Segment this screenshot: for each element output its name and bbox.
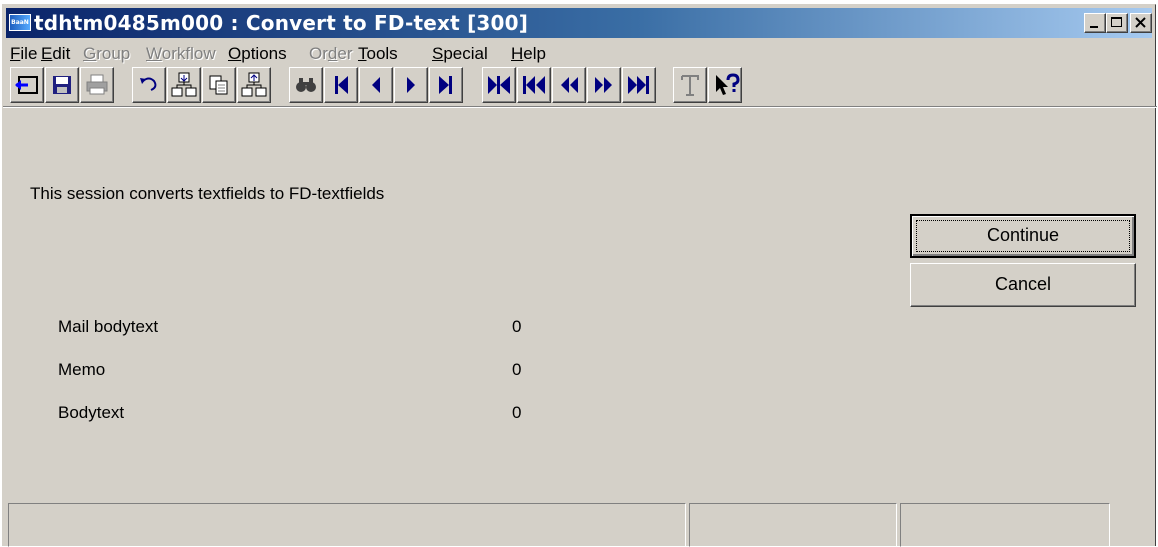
undo-button[interactable] bbox=[132, 67, 166, 103]
window-title: tdhtm0485m000 : Convert to FD-text [300] bbox=[34, 11, 529, 35]
minimize-button[interactable] bbox=[1084, 13, 1106, 33]
status-bar bbox=[3, 493, 1157, 547]
first-record-icon bbox=[335, 76, 348, 94]
copy-button[interactable] bbox=[202, 67, 236, 103]
continue-button[interactable]: Continue bbox=[910, 214, 1136, 258]
menu-tools[interactable]: Tools bbox=[358, 44, 398, 64]
save-icon bbox=[53, 76, 71, 94]
maximize-icon bbox=[1111, 17, 1122, 27]
menu-group[interactable]: Group bbox=[83, 44, 130, 64]
menu-workflow[interactable]: Workflow bbox=[146, 44, 216, 64]
find-icon bbox=[296, 78, 316, 92]
close-icon bbox=[1135, 17, 1146, 28]
maximize-button[interactable] bbox=[1106, 13, 1128, 33]
next-group-button[interactable] bbox=[587, 67, 621, 103]
bodytext-label: Bodytext bbox=[58, 403, 125, 422]
previous-set-icon bbox=[523, 76, 545, 94]
text-button[interactable] bbox=[673, 67, 707, 103]
toolbar bbox=[3, 67, 1157, 111]
mail-bodytext-value: 0 bbox=[512, 317, 522, 336]
duplicate-button[interactable] bbox=[237, 67, 271, 103]
first-group-button[interactable] bbox=[482, 67, 516, 103]
exit-icon bbox=[15, 76, 38, 94]
mail-bodytext-label: Mail bodytext bbox=[58, 317, 159, 336]
menu-order[interactable]: Order bbox=[309, 44, 352, 64]
session-description: This session converts textfields to FD-t… bbox=[30, 184, 385, 203]
toolbar-separator bbox=[3, 106, 1157, 108]
last-record-button[interactable] bbox=[429, 67, 463, 103]
memo-label: Memo bbox=[58, 360, 106, 379]
app-icon[interactable]: BaaN bbox=[9, 14, 31, 31]
previous-group-button[interactable] bbox=[552, 67, 586, 103]
title-bar[interactable]: BaaN tdhtm0485m000 : Convert to FD-text … bbox=[6, 8, 1152, 38]
context-help-button[interactable] bbox=[708, 67, 742, 103]
print-button[interactable] bbox=[80, 67, 114, 103]
bodytext-value: 0 bbox=[512, 403, 522, 422]
context-help-icon bbox=[716, 73, 740, 95]
next-set-button[interactable] bbox=[622, 67, 656, 103]
next-record-icon bbox=[407, 77, 415, 93]
copy-icon bbox=[209, 75, 228, 95]
find-button[interactable] bbox=[289, 67, 323, 103]
exit-button[interactable] bbox=[10, 67, 44, 103]
previous-record-icon bbox=[372, 77, 380, 93]
status-panel-middle bbox=[689, 503, 897, 547]
first-group-icon bbox=[488, 76, 510, 94]
menu-file[interactable]: File bbox=[10, 44, 37, 64]
last-record-icon bbox=[439, 76, 452, 94]
previous-group-icon bbox=[561, 77, 578, 93]
minimize-icon bbox=[1090, 26, 1098, 28]
first-record-button[interactable] bbox=[324, 67, 358, 103]
insert-icon bbox=[171, 72, 197, 97]
cancel-button-label: Cancel bbox=[994, 274, 1052, 294]
next-set-icon bbox=[628, 76, 649, 94]
text-icon bbox=[681, 75, 699, 96]
previous-record-button[interactable] bbox=[359, 67, 393, 103]
menu-options[interactable]: Options bbox=[228, 44, 287, 64]
print-icon bbox=[86, 74, 108, 95]
cancel-button[interactable]: Cancel bbox=[910, 263, 1136, 307]
application-window: BaaN tdhtm0485m000 : Convert to FD-text … bbox=[2, 4, 1157, 547]
close-button[interactable] bbox=[1130, 13, 1152, 33]
next-group-icon bbox=[595, 77, 612, 93]
next-record-button[interactable] bbox=[394, 67, 428, 103]
menu-special[interactable]: Special bbox=[432, 44, 488, 64]
previous-set-button[interactable] bbox=[517, 67, 551, 103]
undo-icon bbox=[140, 77, 157, 91]
menu-help[interactable]: Help bbox=[511, 44, 546, 64]
save-button[interactable] bbox=[45, 67, 79, 103]
menu-edit[interactable]: Edit bbox=[41, 44, 70, 64]
status-panel-message bbox=[8, 503, 686, 547]
memo-value: 0 bbox=[512, 360, 522, 379]
focus-rectangle bbox=[916, 220, 1130, 252]
insert-button[interactable] bbox=[167, 67, 201, 103]
status-panel-right bbox=[900, 503, 1110, 547]
duplicate-icon bbox=[241, 72, 267, 97]
